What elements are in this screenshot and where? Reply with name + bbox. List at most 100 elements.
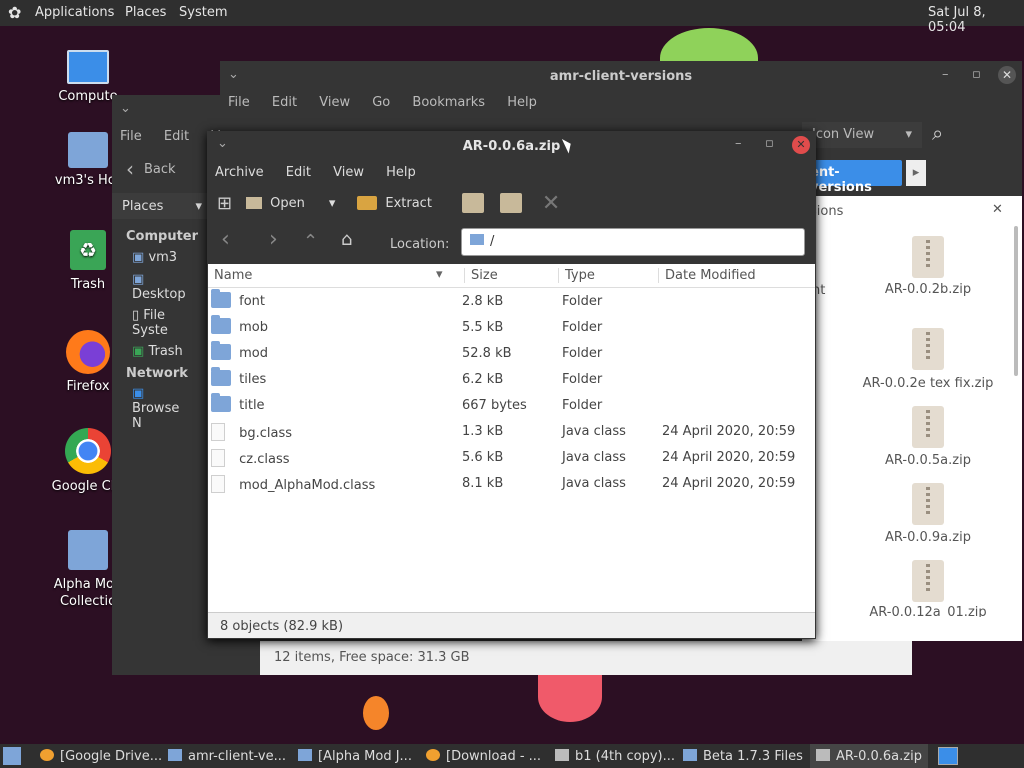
file-name[interactable]: AR-0.0.2b.zip [848,282,1008,297]
file-name[interactable]: AR-0.0.9a.zip [848,530,1008,545]
cell-size: 667 bytes [462,398,527,413]
cell-size: 8.1 kB [462,476,504,491]
table-row[interactable]: cz.class 5.6 kB Java class 24 April 2020, 2… [208,445,816,471]
workspace-switcher[interactable] [938,747,958,765]
close-pane-icon[interactable]: ✕ [992,202,1003,217]
search-icon[interactable]: ⌕ [932,121,943,145]
column-type[interactable]: Type [558,268,595,283]
extract-button[interactable]: Extract [357,196,432,211]
home-nav-icon[interactable]: ⌂ [341,229,352,250]
cell-date: 24 April 2020, 20:59 [662,476,796,491]
add-folder-icon[interactable] [499,193,522,213]
open-dropdown-arrow[interactable]: ▾ [329,196,336,211]
path-button-current[interactable]: ent-versions [802,160,902,195]
table-row[interactable]: bg.class 1.3 kB Java class 24 April 2020, 2… [208,419,816,445]
toolbar: ⊞ Open ▾ Extract ✕ [217,190,560,216]
menu-view[interactable]: View [319,95,350,110]
maximize-button[interactable]: ▫ [972,67,981,82]
applications-menu[interactable]: Applications [35,5,114,20]
folder-icon [68,530,108,570]
cell-size: 52.8 kB [462,346,512,361]
column-size[interactable]: Size [464,268,498,283]
cell-type: Folder [562,294,603,309]
drive-icon: ▯ [132,308,140,323]
table-row[interactable]: mob 5.5 kB Folder [208,315,816,341]
column-date[interactable]: Date Modified [658,268,756,283]
table-row[interactable]: font 2.8 kB Folder [208,289,816,315]
file-name[interactable]: AR-0.0.2e tex fix.zip [848,376,1008,391]
clock[interactable]: Sat Jul 8, 05:04 [928,5,1024,35]
menu-help[interactable]: Help [507,95,537,110]
cell-type: Folder [562,346,603,361]
menu-view[interactable]: View [333,165,364,180]
window-menu-icon[interactable]: ⌄ [120,101,131,116]
scrollbar[interactable] [1014,226,1018,376]
show-desktop-icon[interactable] [3,747,21,765]
close-button[interactable]: ✕ [792,136,810,154]
view-selector[interactable]: Icon View ▾ [802,122,922,148]
zip-file-icon [912,236,944,278]
minimize-button[interactable]: – [735,136,742,151]
maximize-button[interactable]: ▫ [765,136,774,151]
gnome-foot-icon[interactable]: ✿ [8,3,21,22]
path-scroll-right[interactable]: ▸ [906,160,926,186]
places-menu[interactable]: Places [125,5,166,20]
back-button[interactable]: ‹ Back [126,157,176,181]
back-nav-icon[interactable]: ‹ [221,227,230,252]
location-label: Location: [390,237,450,252]
delete-icon[interactable]: ✕ [542,191,560,216]
trash-small-icon: ▣ [132,344,145,359]
file-name[interactable]: AR-0.0.12a_01.zip [848,605,1008,617]
archive-small-icon [555,749,569,761]
menu-go[interactable]: Go [372,95,390,110]
add-files-icon[interactable] [461,193,484,213]
sidebar-item-filesystem[interactable]: ▯ File Syste [112,305,212,341]
open-button[interactable]: Open [246,196,305,211]
menu-archive[interactable]: Archive [215,165,264,180]
task-amr-client[interactable]: amr-client-ve... [168,748,286,764]
menu-edit[interactable]: Edit [272,95,297,110]
sidebar-item-vm3[interactable]: ▣ vm3 [112,246,212,269]
up-nav-icon[interactable]: ⌃ [303,231,318,252]
minimize-button[interactable]: – [942,67,949,82]
menu-help[interactable]: Help [386,165,416,180]
system-menu[interactable]: System [179,5,227,20]
menu-file[interactable]: File [228,95,250,110]
column-name[interactable]: Name [214,268,252,283]
task-b1-copy[interactable]: b1 (4th copy)... [555,748,675,764]
location-field[interactable]: / [461,228,805,256]
content-pane[interactable]: sions ✕ nt AR-0.0.2b.zip AR-0.0.2e tex f… [802,196,1022,641]
chevron-down-icon: ▾ [905,127,912,142]
table-row[interactable]: mod 52.8 kB Folder [208,341,816,367]
sidebar-item-desktop[interactable]: ▣ Desktop [112,269,212,305]
forward-nav-icon[interactable]: › [269,227,278,252]
table-row[interactable]: tiles 6.2 kB Folder [208,367,816,393]
task-beta-files[interactable]: Beta 1.7.3 Files [683,748,803,764]
menu-file[interactable]: File [120,129,142,144]
zip-file-icon [912,483,944,525]
file-list[interactable]: Name ▾ Size Type Date Modified font 2.8 k… [208,264,815,612]
task-download[interactable]: [Download - ... [426,748,541,764]
cell-name: mod [211,341,268,361]
file-icon [211,423,225,441]
task-archive-active[interactable]: AR-0.0.6a.zip [810,744,928,768]
cell-date: 24 April 2020, 20:59 [662,450,796,465]
menu-edit[interactable]: Edit [286,165,311,180]
archive-manager-window[interactable]: ⌄ AR-0.0.6a.zip – ▫ ✕ Archive Edit View … [207,131,816,639]
task-alpha-mod[interactable]: [Alpha Mod J... [298,748,412,764]
menu-bookmarks[interactable]: Bookmarks [412,95,485,110]
cell-name: cz.class [211,445,290,467]
file-name[interactable]: AR-0.0.5a.zip [848,453,1008,468]
menu-edit[interactable]: Edit [164,129,189,144]
table-row[interactable]: title 667 bytes Folder [208,393,816,419]
window-title: amr-client-versions [549,69,693,84]
new-archive-icon[interactable]: ⊞ [217,193,232,214]
close-button[interactable]: ✕ [998,66,1016,84]
sidebar: Computer ▣ vm3 ▣ Desktop ▯ File Syste ▣ … [112,223,212,434]
sidebar-item-trash[interactable]: ▣ Trash [112,341,212,362]
task-google-drive[interactable]: [Google Drive... [40,748,162,764]
table-row[interactable]: mod_AlphaMod.class 8.1 kB Java class 24 Apr… [208,471,816,497]
folder-icon [211,315,231,334]
sidebar-item-browse-network[interactable]: ▣ Browse N [112,383,212,434]
places-dropdown[interactable]: Places ▾ [112,193,212,219]
